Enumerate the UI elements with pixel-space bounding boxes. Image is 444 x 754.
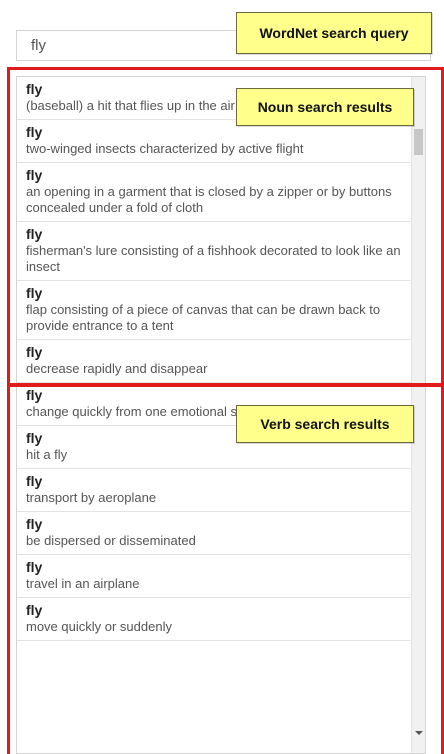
result-gloss: travel in an airplane: [26, 576, 140, 591]
result-lemma: fly: [26, 124, 43, 140]
list-item[interactable]: fly decrease rapidly and disappear: [17, 340, 425, 383]
result-lemma: fly: [26, 344, 43, 360]
scrollbar-thumb[interactable]: [414, 129, 423, 155]
list-item[interactable]: fly transport by aeroplane: [17, 469, 425, 512]
result-gloss: an opening in a garment that is closed b…: [26, 184, 392, 215]
result-lemma: fly: [26, 226, 43, 242]
result-gloss: decrease rapidly and disappear: [26, 361, 208, 376]
result-gloss: transport by aeroplane: [26, 490, 157, 505]
result-lemma: fly: [26, 285, 43, 301]
result-gloss: flap consisting of a piece of canvas tha…: [26, 302, 381, 333]
result-gloss: move quickly or suddenly: [26, 619, 172, 634]
list-item[interactable]: fly an opening in a garment that is clos…: [17, 163, 425, 222]
list-item[interactable]: fly fisherman's lure consisting of a fis…: [17, 222, 425, 281]
result-gloss: fisherman's lure consisting of a fishhoo…: [26, 243, 401, 274]
result-gloss: hit a fly: [26, 447, 68, 462]
result-lemma: fly: [26, 473, 43, 489]
result-lemma: fly: [26, 559, 43, 575]
callout-verb-results: Verb search results: [236, 405, 414, 443]
list-item[interactable]: fly move quickly or suddenly: [17, 598, 425, 641]
scroll-down-arrow-icon[interactable]: [415, 731, 423, 735]
list-item[interactable]: fly travel in an airplane: [17, 555, 425, 598]
list-item[interactable]: fly flap consisting of a piece of canvas…: [17, 281, 425, 340]
result-lemma: fly: [26, 516, 43, 532]
list-item[interactable]: fly be dispersed or disseminated: [17, 512, 425, 555]
result-lemma: fly: [26, 167, 43, 183]
result-gloss: two-winged insects characterized by acti…: [26, 141, 304, 156]
result-gloss: be dispersed or disseminated: [26, 533, 196, 548]
result-lemma: fly: [26, 602, 43, 618]
list-item[interactable]: fly two-winged insects characterized by …: [17, 120, 425, 163]
callout-search-query: WordNet search query: [236, 12, 432, 54]
result-lemma: fly: [26, 387, 43, 403]
callout-noun-results: Noun search results: [236, 88, 414, 126]
